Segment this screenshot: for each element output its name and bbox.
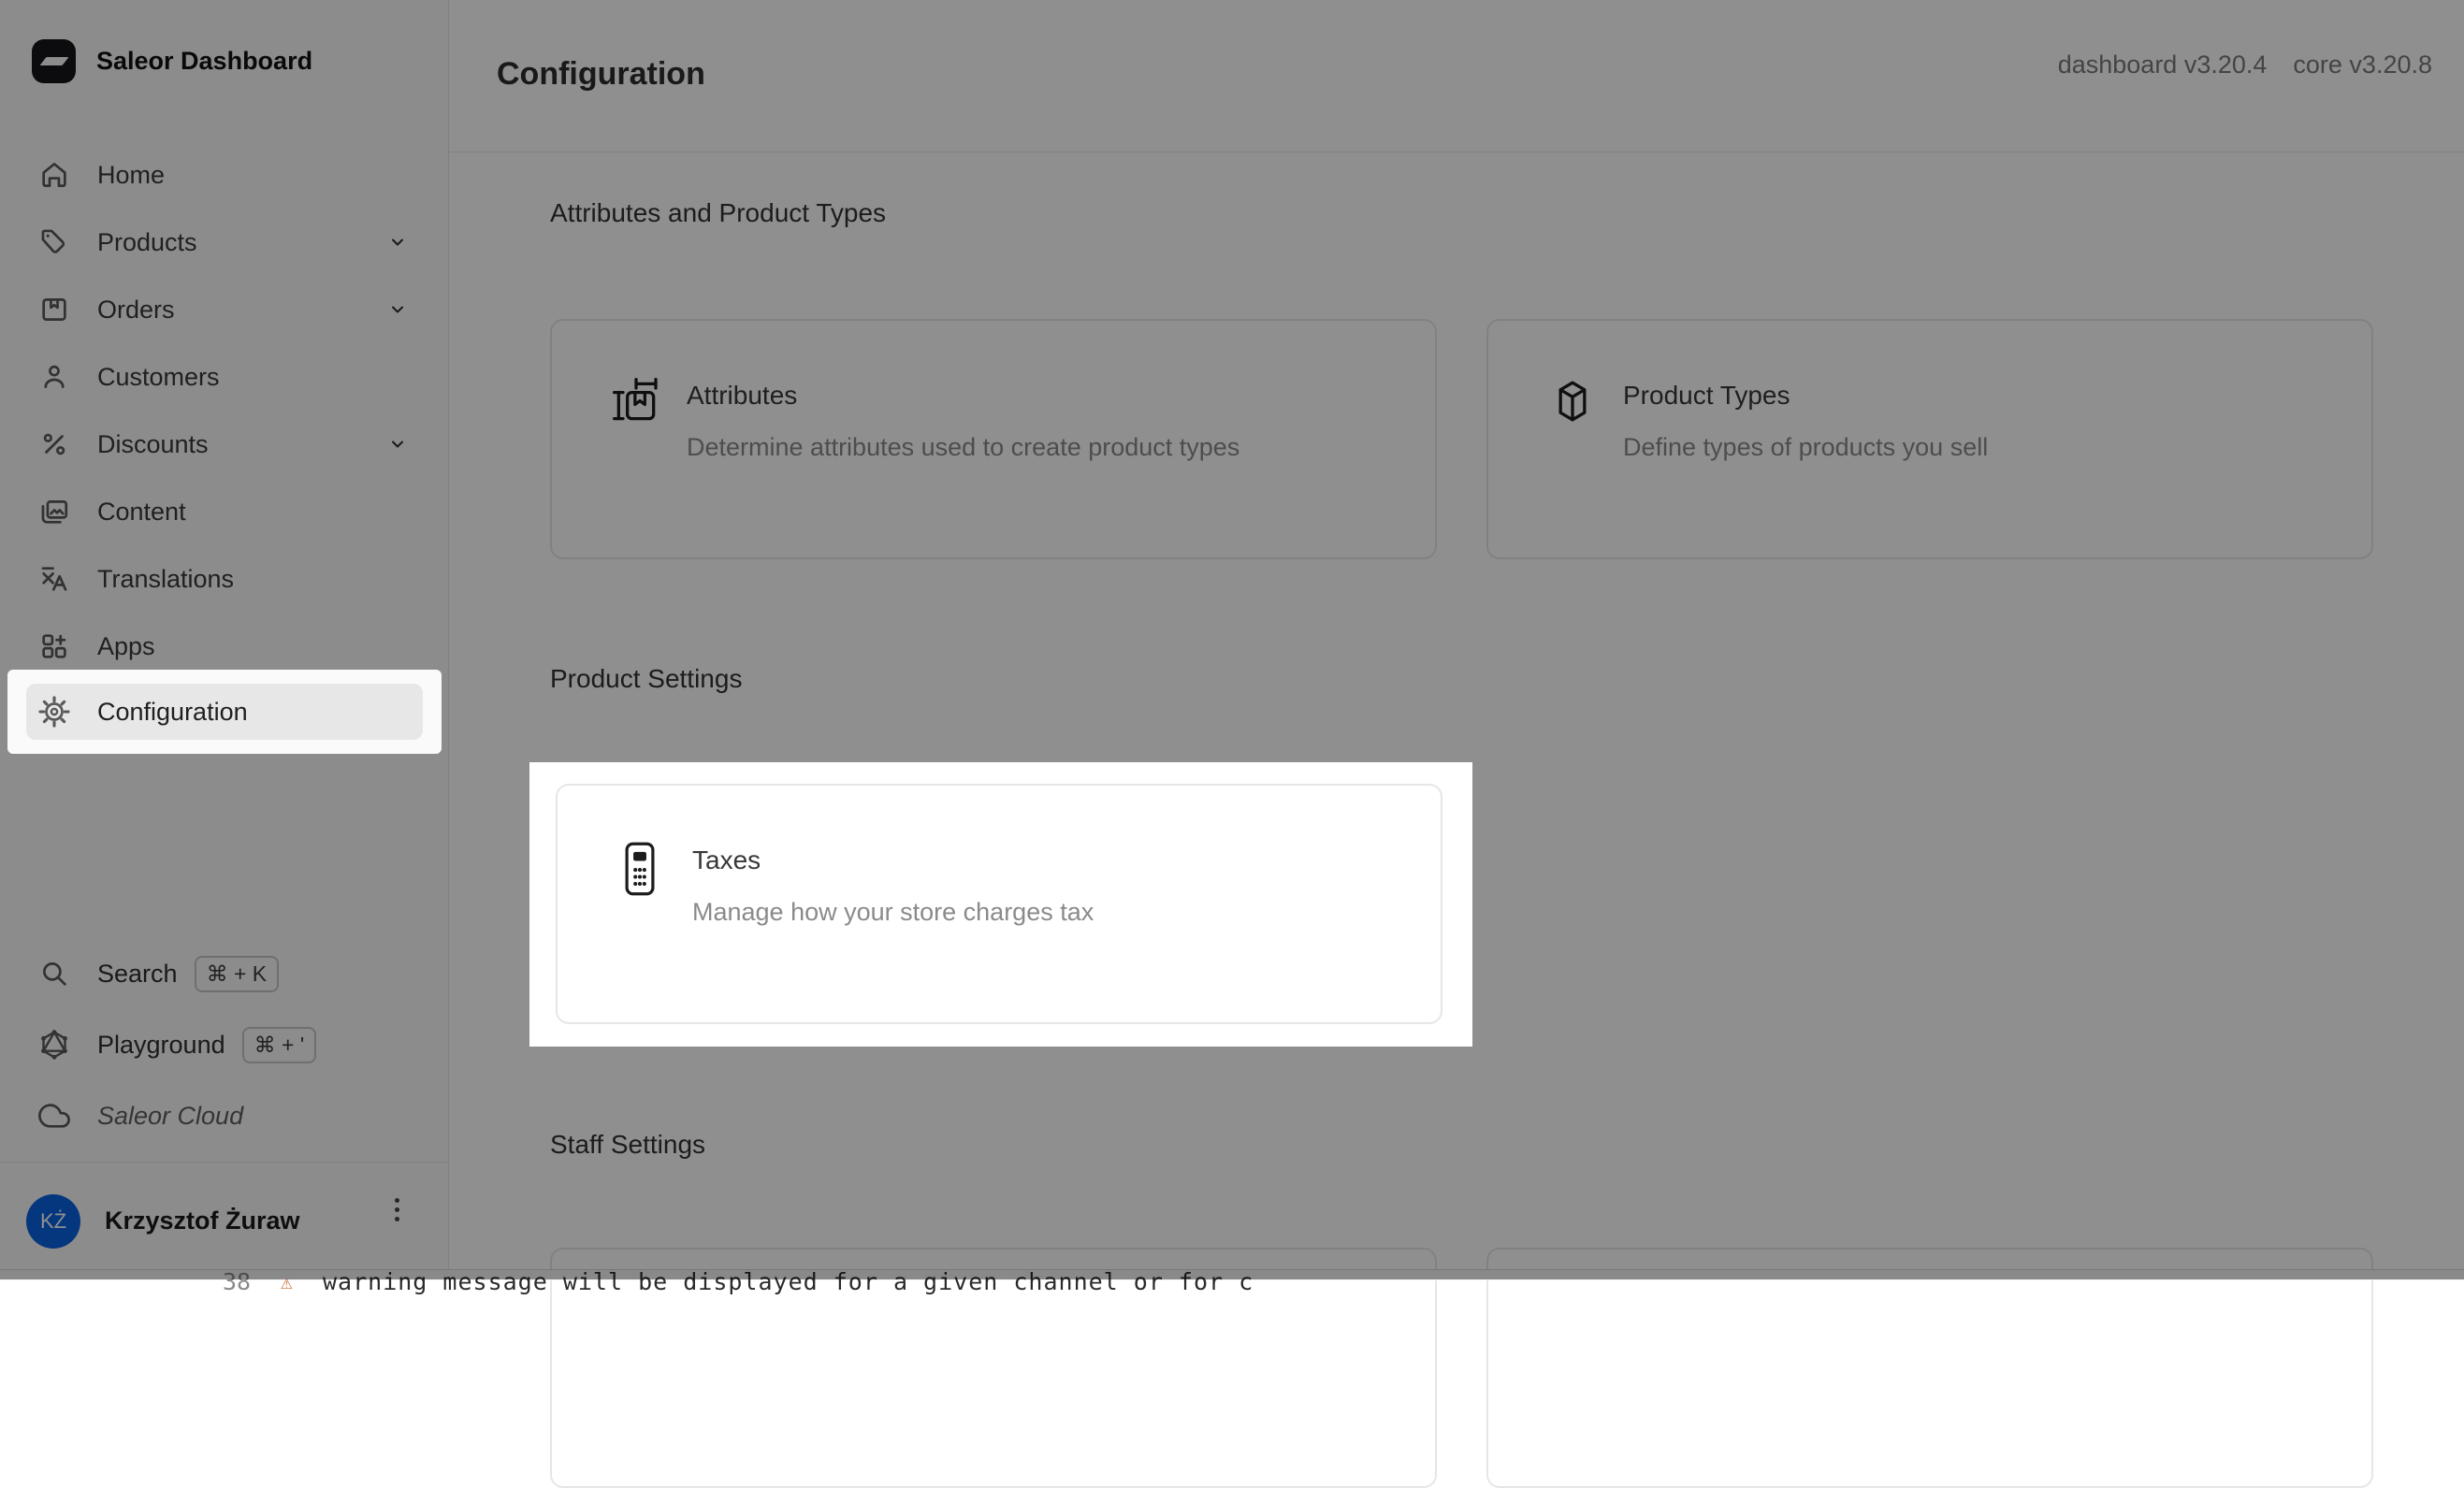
card-description: Define types of products you sell [1623,433,1988,461]
sidebar-item-label: Configuration [97,698,248,727]
section-title-staff-settings: Staff Settings [550,1130,705,1160]
sidebar-item-translations[interactable]: Translations [0,545,448,613]
search-icon [37,957,71,990]
user-name: Krzysztof Żuraw [105,1206,300,1235]
saleor-logo-icon [32,39,76,83]
section-title-attributes-product-types: Attributes and Product Types [550,198,886,228]
dashboard-version: dashboard v3.20.4 [2058,51,2268,79]
sidebar-item-label: Orders [97,296,175,325]
card-product-types[interactable]: Product Types Define types of products y… [1486,319,2373,559]
saleor-dashboard-app: Saleor Dashboard Home Products [0,0,2464,1279]
main-content: Configuration dashboard v3.20.4 core v3.… [449,0,2464,1279]
configuration-spotlight: Configuration [7,670,442,754]
sidebar-item-content[interactable]: Content [0,478,448,545]
sidebar-item-home[interactable]: Home [0,141,448,209]
strip-line-number: 38 [223,1268,251,1296]
percent-icon [37,427,71,461]
core-version: core v3.20.8 [2293,51,2432,79]
chevron-down-icon[interactable] [388,435,407,454]
sidebar-utilities: Search ⌘ + K Playground ⌘ + ' Saleor Clo… [0,938,448,1151]
bottom-clipped-content: 38 ⚠ warning message will be displayed f… [0,1269,2464,1280]
brand[interactable]: Saleor Dashboard [0,0,448,83]
saleor-cloud-label: Saleor Cloud [97,1102,243,1131]
saleor-cloud-link[interactable]: Saleor Cloud [0,1080,448,1151]
search-label: Search [97,960,178,989]
package-icon [37,293,71,326]
page-title: Configuration [497,56,705,93]
graphql-icon [37,1028,71,1062]
card-title: Taxes [692,845,1094,875]
card-partial-right[interactable] [1486,1248,2373,1488]
sidebar-item-label: Content [97,498,186,527]
card-description: Manage how your store charges tax [692,898,1094,926]
sidebar-item-label: Home [97,161,165,190]
sidebar-item-configuration[interactable]: Configuration [26,684,423,740]
card-title: Product Types [1623,381,1988,411]
playground-button[interactable]: Playground ⌘ + ' [0,1009,448,1080]
brand-name: Saleor Dashboard [96,47,312,76]
section-title-product-settings: Product Settings [550,664,742,694]
card-taxes[interactable]: Taxes Manage how your store charges tax [556,784,1442,1024]
attributes-icon [610,375,666,557]
gear-icon [37,695,71,729]
sidebar: Saleor Dashboard Home Products [0,0,449,1279]
sidebar-item-label: Translations [97,565,234,594]
sidebar-item-label: Apps [97,632,155,661]
card-attributes[interactable]: Attributes Determine attributes used to … [550,319,1437,559]
sidebar-item-orders[interactable]: Orders [0,276,448,343]
sidebar-item-products[interactable]: Products [0,209,448,276]
kebab-menu-icon[interactable] [395,1198,399,1221]
search-button[interactable]: Search ⌘ + K [0,938,448,1009]
avatar: KŻ [26,1194,80,1249]
card-description: Determine attributes used to create prod… [687,433,1239,461]
search-shortcut-badge: ⌘ + K [195,956,280,992]
cube-icon [1546,375,1602,557]
home-icon [37,158,71,192]
playground-label: Playground [97,1031,225,1060]
user-menu[interactable]: KŻ Krzysztof Żuraw [0,1162,448,1279]
cloud-icon [37,1099,71,1133]
media-folder-icon [37,495,71,528]
translate-icon [37,562,71,596]
tag-icon [37,225,71,259]
chevron-down-icon[interactable] [388,233,407,252]
sidebar-item-label: Discounts [97,430,209,459]
warning-icon: ⚠ [281,1268,293,1296]
apps-grid-icon [37,629,71,663]
person-icon [37,360,71,394]
sidebar-nav: Home Products Orders [0,141,448,754]
sidebar-item-customers[interactable]: Customers [0,343,448,411]
chevron-down-icon[interactable] [388,300,407,319]
sidebar-item-label: Customers [97,363,220,392]
sidebar-item-discounts[interactable]: Discounts [0,411,448,478]
calculator-icon [616,840,672,1022]
version-info: dashboard v3.20.4 core v3.20.8 [2058,51,2432,79]
card-title: Attributes [687,381,1239,411]
strip-text: warning message will be displayed for a … [323,1268,1254,1296]
playground-shortcut-badge: ⌘ + ' [242,1027,317,1063]
page-header: Configuration dashboard v3.20.4 core v3.… [449,0,2464,152]
sidebar-item-label: Products [97,228,197,257]
taxes-spotlight: Taxes Manage how your store charges tax [529,762,1472,1047]
